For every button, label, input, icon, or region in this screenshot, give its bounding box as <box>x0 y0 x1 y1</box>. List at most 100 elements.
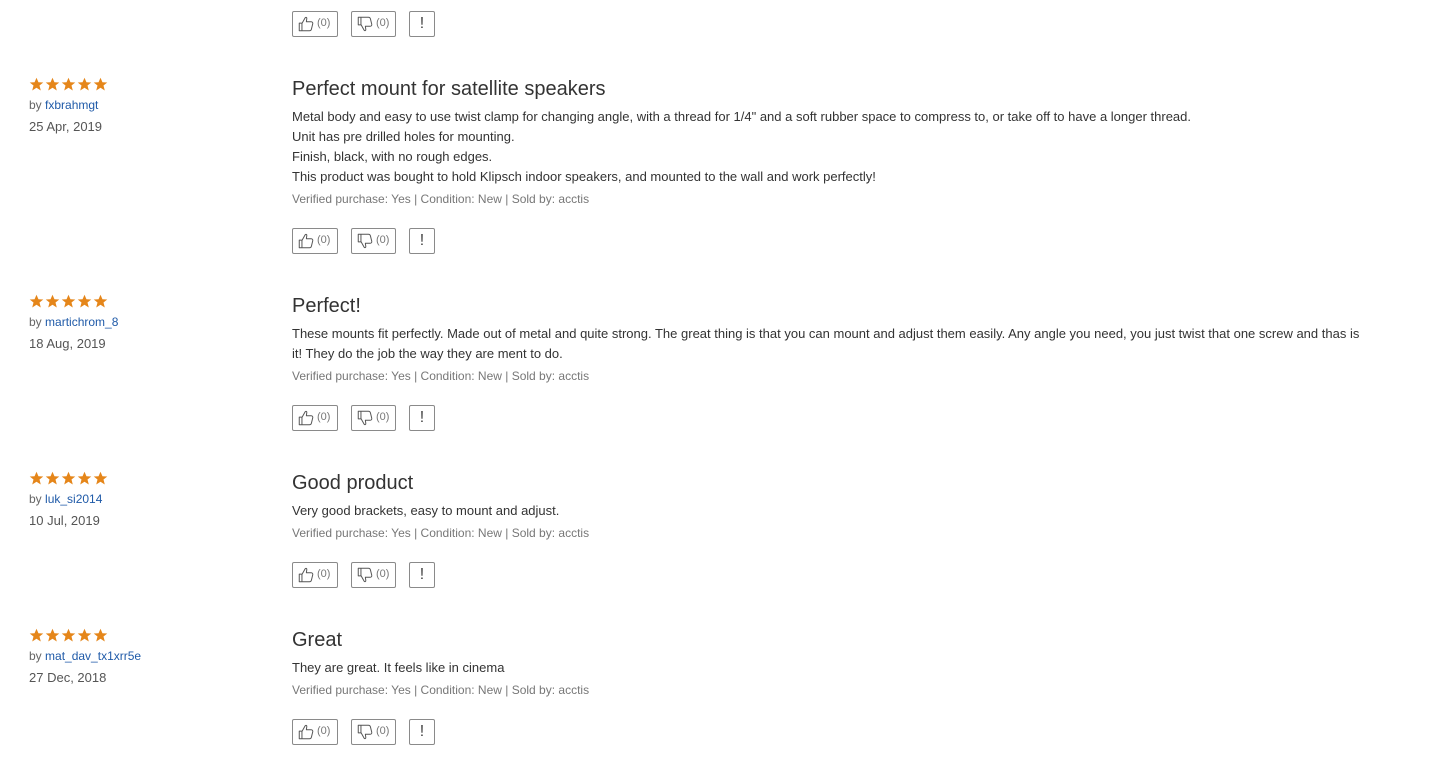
review-text-line: Metal body and easy to use twist clamp f… <box>292 109 1192 124</box>
review-text: Metal body and easy to use twist clamp f… <box>292 107 1372 187</box>
thumbs-down-icon <box>357 724 373 740</box>
star-icon <box>93 471 108 485</box>
thumbs-up-icon <box>298 410 314 426</box>
thumbs-down-icon <box>357 16 373 32</box>
star-icon <box>93 294 108 308</box>
report-button[interactable]: ! <box>409 405 435 431</box>
dislike-count: (0) <box>376 567 390 580</box>
report-button[interactable]: ! <box>409 11 435 37</box>
review-text-line: Unit has pre drilled holes for mounting. <box>292 129 515 144</box>
review-body: Great They are great. It feels like in c… <box>292 628 1372 698</box>
review-author-line: by martichrom_8 <box>29 315 249 331</box>
review-text: They are great. It feels like in cinema <box>292 658 1372 678</box>
star-icon <box>45 294 60 308</box>
thumbs-up-icon <box>298 233 314 249</box>
review-meta: by martichrom_8 18 Aug, 2019 <box>29 294 249 351</box>
review-author-link[interactable]: luk_si2014 <box>45 492 102 506</box>
star-icon <box>29 77 44 91</box>
thumbs-up-icon <box>298 567 314 583</box>
review-text-line: They are great. It feels like in cinema <box>292 660 505 675</box>
star-icon <box>61 471 76 485</box>
review-author-line: by luk_si2014 <box>29 492 249 508</box>
like-button[interactable]: (0) <box>292 562 338 588</box>
star-icon <box>29 471 44 485</box>
like-count: (0) <box>317 724 331 737</box>
like-button[interactable]: (0) <box>292 11 338 37</box>
dislike-button[interactable]: (0) <box>351 719 396 745</box>
review-meta: by fxbrahmgt 25 Apr, 2019 <box>29 77 249 134</box>
star-icon <box>29 628 44 642</box>
star-icon <box>77 294 92 308</box>
dislike-count: (0) <box>376 410 390 423</box>
like-button[interactable]: (0) <box>292 228 338 254</box>
review-title: Good product <box>292 472 414 494</box>
verified-purchase-info: Verified purchase: Yes | Condition: New … <box>292 192 590 206</box>
like-count: (0) <box>317 16 331 29</box>
review-actions: (0) (0) ! <box>292 562 435 588</box>
review-body: Good product Very good brackets, easy to… <box>292 471 1372 541</box>
report-icon: ! <box>419 15 425 32</box>
reviews-page: (0) (0) ! by fxbrahmgt 25 Apr, 2019 Perf… <box>0 0 1439 771</box>
star-icon <box>93 628 108 642</box>
star-rating <box>29 294 249 310</box>
review-date: 27 Dec, 2018 <box>29 670 107 685</box>
by-prefix: by <box>29 649 42 663</box>
star-icon <box>45 628 60 642</box>
report-button[interactable]: ! <box>409 719 435 745</box>
report-button[interactable]: ! <box>409 228 435 254</box>
review-author-link[interactable]: fxbrahmgt <box>45 98 98 112</box>
review-actions: (0) (0) ! <box>292 719 435 745</box>
review-author-line: by mat_dav_tx1xrr5e <box>29 649 249 665</box>
dislike-count: (0) <box>376 233 390 246</box>
review-title: Great <box>292 629 343 651</box>
dislike-button[interactable]: (0) <box>351 11 396 37</box>
verified-purchase-info: Verified purchase: Yes | Condition: New … <box>292 369 590 383</box>
star-rating <box>29 77 249 93</box>
star-icon <box>93 77 108 91</box>
dislike-button[interactable]: (0) <box>351 562 396 588</box>
like-count: (0) <box>317 567 331 580</box>
star-icon <box>77 471 92 485</box>
report-icon: ! <box>419 232 425 249</box>
star-icon <box>29 294 44 308</box>
thumbs-up-icon <box>298 724 314 740</box>
review-date: 25 Apr, 2019 <box>29 119 103 134</box>
verified-purchase-info: Verified purchase: Yes | Condition: New … <box>292 526 590 540</box>
star-icon <box>77 77 92 91</box>
star-rating <box>29 628 249 644</box>
by-prefix: by <box>29 98 42 112</box>
review-text-line: These mounts fit perfectly. Made out of … <box>292 326 1360 361</box>
review-text-line: Very good brackets, easy to mount and ad… <box>292 503 560 518</box>
review-text-line: This product was bought to hold Klipsch … <box>292 169 876 184</box>
by-prefix: by <box>29 492 42 506</box>
report-button[interactable]: ! <box>409 562 435 588</box>
dislike-button[interactable]: (0) <box>351 228 396 254</box>
review-text: Very good brackets, easy to mount and ad… <box>292 501 1372 521</box>
star-icon <box>61 294 76 308</box>
like-button[interactable]: (0) <box>292 719 338 745</box>
star-icon <box>61 77 76 91</box>
star-rating <box>29 471 249 487</box>
like-button[interactable]: (0) <box>292 405 338 431</box>
review-text: These mounts fit perfectly. Made out of … <box>292 324 1372 364</box>
thumbs-up-icon <box>298 16 314 32</box>
review-meta: by mat_dav_tx1xrr5e 27 Dec, 2018 <box>29 628 249 685</box>
review-actions: (0) (0) ! <box>292 228 435 254</box>
star-icon <box>45 471 60 485</box>
by-prefix: by <box>29 315 42 329</box>
thumbs-down-icon <box>357 233 373 249</box>
thumbs-down-icon <box>357 567 373 583</box>
top-review-actions: (0) (0) ! <box>292 11 435 37</box>
review-title: Perfect mount for satellite speakers <box>292 78 606 100</box>
star-icon <box>45 77 60 91</box>
review-author-line: by fxbrahmgt <box>29 98 249 114</box>
dislike-button[interactable]: (0) <box>351 405 396 431</box>
review-text-line: Finish, black, with no rough edges. <box>292 149 493 164</box>
like-count: (0) <box>317 410 331 423</box>
review-author-link[interactable]: mat_dav_tx1xrr5e <box>45 649 141 663</box>
review-date: 18 Aug, 2019 <box>29 336 106 351</box>
review-author-link[interactable]: martichrom_8 <box>45 315 118 329</box>
star-icon <box>77 628 92 642</box>
review-body: Perfect mount for satellite speakers Met… <box>292 77 1372 207</box>
dislike-count: (0) <box>376 724 390 737</box>
